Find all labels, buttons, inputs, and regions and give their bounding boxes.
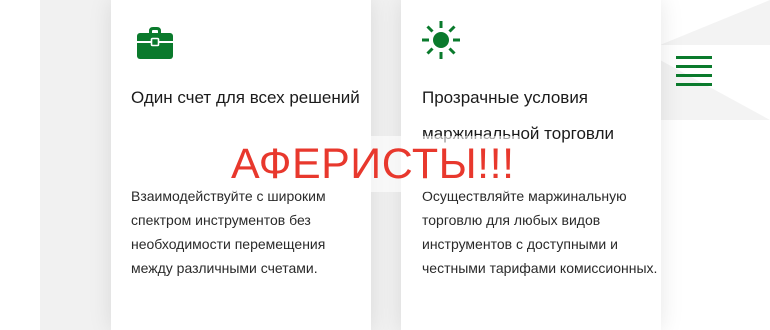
card-description: Осуществляйте маржинальную торговлю для … [422,188,658,276]
overlay-warning-text: АФЕРИСТЫ!!! [227,136,519,192]
card-description: Взаимодействуйте с широким спектром инст… [131,188,326,276]
menu-bar [676,56,712,59]
left-margin [0,0,40,330]
sun-icon [421,20,461,60]
card-title: Один счет для всех решений [131,88,360,107]
menu-bar [676,83,712,86]
hamburger-menu-icon[interactable] [673,54,715,88]
menu-bar [676,65,712,68]
menu-bar [676,74,712,77]
briefcase-icon [135,22,175,62]
right-panel [660,0,770,330]
